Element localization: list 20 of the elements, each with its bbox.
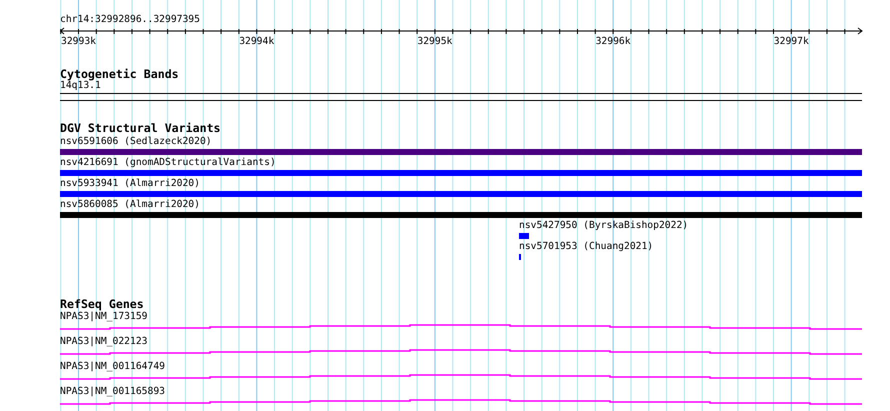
variant-label: nsv5427950 (ByrskaBishop2022)	[519, 219, 688, 233]
band-label: 14q13.1	[60, 80, 101, 92]
tick-label: 32993k	[61, 36, 96, 48]
track-title: Cytogenetic Bands	[60, 68, 179, 80]
track-title: RefSeq Genes	[60, 298, 144, 310]
tick-label: 32995k	[417, 36, 452, 48]
tick-label: 32996k	[596, 36, 631, 48]
transcript-label: NPAS3|NM_001165893	[60, 385, 165, 399]
transcript-label: NPAS3|NM_001164749	[60, 360, 165, 374]
variant-label: nsv5701953 (Chuang2021)	[519, 240, 654, 254]
tick-label: 32997k	[774, 36, 809, 48]
transcript-label: NPAS3|NM_022123	[60, 335, 148, 349]
variant-label: nsv6591606 (Sedlazeck2020)	[60, 135, 212, 149]
transcript-label: NPAS3|NM_173159	[60, 310, 148, 324]
tick-label: 32994k	[239, 36, 274, 48]
track-title: DGV Structural Variants	[60, 122, 221, 134]
location-label: chr14:32992896..32997395	[60, 14, 200, 26]
variant-label: nsv4216691 (gnomADStructuralVariants)	[60, 156, 276, 170]
variant-label: nsv5933941 (Almarri2020)	[60, 177, 200, 191]
variant-label: nsv5860085 (Almarri2020)	[60, 198, 200, 212]
